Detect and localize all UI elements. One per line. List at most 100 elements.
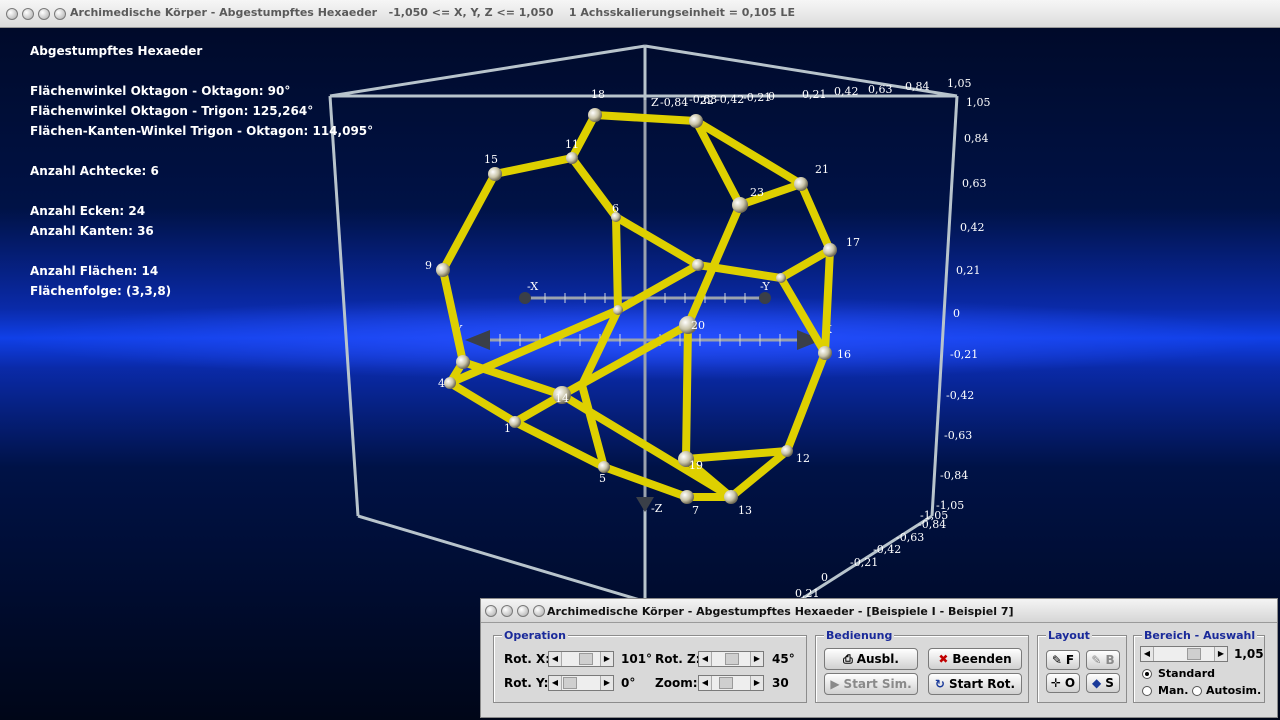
axis-label-x-neg: -X [527,280,538,293]
ausblenden-button[interactable]: ⎙ Ausbl. [824,648,918,670]
vertex-label: 16 [837,348,851,361]
info-heading: Abgestumpftes Hexaeder [30,44,203,58]
scale-right-label: 0,84 [964,132,989,145]
scale-top-label: -0,84 [660,96,688,109]
arrow-left-icon[interactable]: ◀ [699,652,712,666]
layout-s-label: S [1105,676,1114,690]
arrow-right-icon[interactable]: ▶ [600,676,613,690]
panel-minimize-icon[interactable] [501,605,513,617]
arrow-left-icon[interactable]: ◀ [699,676,712,690]
vertex-label: 12 [796,452,810,465]
layout-o-button[interactable]: ✛ O [1046,673,1080,693]
scale-top-label: -0,42 [716,93,744,106]
close-icon[interactable] [54,8,66,20]
info-line: Flächenwinkel Oktagon - Trigon: 125,264° [30,104,314,118]
axis-label-y-neg: -Y [760,280,771,293]
vertex-label: 20 [691,319,705,332]
slider-thumb[interactable] [1187,648,1201,660]
panel-maximize-icon[interactable] [517,605,529,617]
man-radio[interactable] [1142,686,1152,696]
panel-titlebar: Archimedische Körper - Abgestumpftes Hex… [481,599,1277,623]
arrow-right-icon[interactable]: ▶ [600,652,613,666]
window-menu-icon[interactable] [6,8,18,20]
rot-x-value: 101° [621,652,653,666]
arrow-left-icon[interactable]: ◀ [549,676,562,690]
layout-b-label: B [1105,653,1115,667]
scale-right-label: 1,05 [966,96,991,109]
bereich-legend: Bereich - Auswahl [1142,629,1258,642]
info-line: Anzahl Ecken: 24 [30,204,146,218]
panel-title: Archimedische Körper - Abgestumpftes Hex… [547,605,1014,618]
rot-x-label: Rot. X: [504,652,551,666]
info-line: Flächen-Kanten-Winkel Trigon - Oktagon: … [30,124,374,138]
rot-z-value: 45° [772,652,795,666]
brush-icon: ✎ [1051,653,1062,667]
scale-right-label: -0,21 [950,348,978,361]
autosim-radio[interactable] [1192,686,1202,696]
vertex-label: 14 [555,392,569,405]
fill-icon: ✎ [1091,653,1102,667]
axis-label-z-pos: Z [651,96,659,109]
rot-y-value: 0° [621,676,636,690]
layout-s-button[interactable]: ◆ S [1086,673,1120,693]
layout-f-button[interactable]: ✎ F [1046,650,1080,670]
vertex-label: 7 [692,504,699,517]
operation-group: Operation Rot. X: ◀ ▶ 101° Rot. Z: ◀ ▶ 4… [493,629,807,703]
rot-y-label: Rot. Y: [504,676,549,690]
operation-legend: Operation [502,629,568,642]
arrow-left-icon[interactable]: ◀ [549,652,562,666]
rot-z-slider[interactable]: ◀ ▶ [698,651,764,667]
start-sim-button[interactable]: ▶ Start Sim. [824,673,918,695]
vertex-label: 11 [565,138,579,151]
vertex-label: 6 [612,202,619,215]
vertex-label: 23 [750,186,764,199]
scale-top-label: -0,21 [743,91,771,104]
maximize-icon[interactable] [38,8,50,20]
layout-o-label: O [1064,676,1076,690]
scale-top-label: 0,63 [868,83,893,96]
rot-y-slider[interactable]: ◀ ▶ [548,675,614,691]
arrow-left-icon[interactable]: ◀ [1141,647,1154,661]
panel-close-icon[interactable] [533,605,545,617]
vertex-label: 5 [599,472,606,485]
beenden-label: Beenden [952,652,1012,666]
crosshair-icon: ✛ [1050,676,1061,690]
info-line: Anzahl Flächen: 14 [30,264,159,278]
info-line: Anzahl Achtecke: 6 [30,164,159,178]
slider-thumb[interactable] [563,677,577,689]
slider-thumb[interactable] [719,677,733,689]
close-x-icon: ✖ [938,652,949,666]
minimize-icon[interactable] [22,8,34,20]
standard-label: Standard [1158,667,1216,680]
panel-menu-icon[interactable] [485,605,497,617]
rot-x-slider[interactable]: ◀ ▶ [548,651,614,667]
zoom-slider[interactable]: ◀ ▶ [698,675,764,691]
vertex-label: 18 [591,88,605,101]
scale-right-label: 0 [953,307,960,320]
arrow-right-icon[interactable]: ▶ [1214,647,1227,661]
standard-radio[interactable] [1142,669,1152,679]
beenden-button[interactable]: ✖ Beenden [928,648,1022,670]
layout-f-label: F [1065,653,1075,667]
bereich-slider[interactable]: ◀ ▶ [1140,646,1228,662]
play-icon: ▶ [830,677,840,691]
start-rot-label: Start Rot. [948,677,1016,691]
layout-b-button[interactable]: ✎ B [1086,650,1120,670]
start-rot-button[interactable]: ↻ Start Rot. [928,673,1022,695]
scale-bottom-label: -0,42 [873,543,901,556]
scale-bottom-label: -0,84 [918,518,946,531]
slider-thumb[interactable] [725,653,739,665]
vertex-label: 15 [484,153,498,166]
slider-thumb[interactable] [579,653,593,665]
vertex-label: 19 [689,459,703,472]
info-line: Flächenwinkel Oktagon - Oktagon: 90° [30,84,291,98]
bereich-group: Bereich - Auswahl ◀ ▶ 1,05 Standard Man.… [1133,629,1265,703]
vertex-label: 13 [738,504,752,517]
axis-label-z-neg: -Z [651,502,663,515]
layout-legend: Layout [1046,629,1092,642]
vertex-label: 1 [504,422,511,435]
window-titlebar: Archimedische Körper - Abgestumpftes Hex… [0,0,1280,28]
arrow-right-icon[interactable]: ▶ [750,652,763,666]
rot-z-label: Rot. Z: [655,652,701,666]
arrow-right-icon[interactable]: ▶ [750,676,763,690]
